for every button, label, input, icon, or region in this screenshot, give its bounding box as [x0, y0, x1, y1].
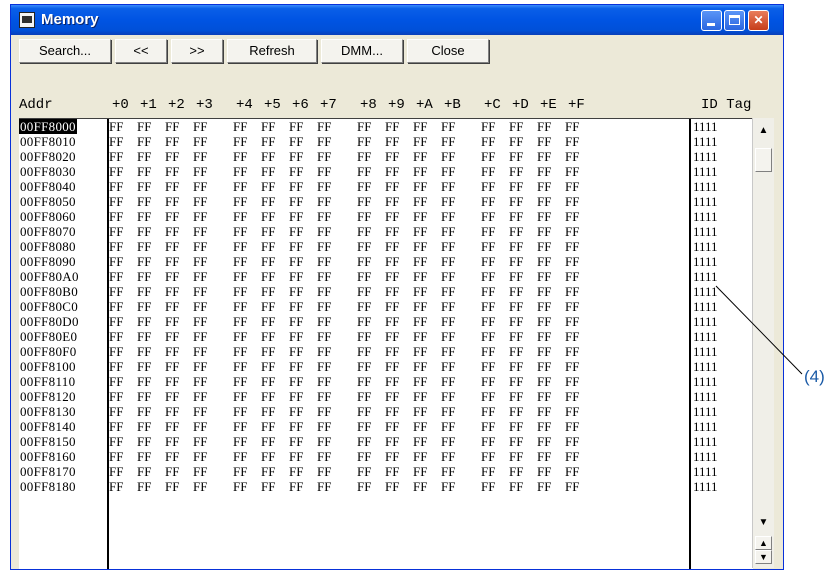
callout-leader-line [715, 285, 803, 375]
callout-label: (4) [804, 367, 825, 386]
